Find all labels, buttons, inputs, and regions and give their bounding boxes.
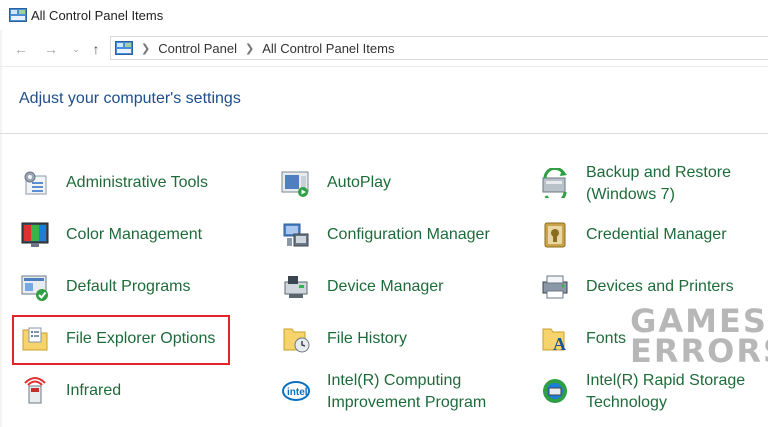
item-configuration-manager[interactable]: Configuration Manager — [281, 220, 490, 250]
control-panel-icon — [9, 8, 27, 22]
item-label: Administrative Tools — [66, 174, 208, 191]
item-label: AutoPlay — [327, 174, 392, 191]
breadcrumb-chevron-icon[interactable]: ❯ — [245, 42, 254, 55]
item-label-line2: Improvement Program — [327, 394, 487, 411]
item-label: Default Programs — [66, 278, 191, 295]
item-label-line1: Backup and Restore — [586, 164, 731, 181]
window-edge — [0, 30, 2, 427]
back-arrow-icon[interactable]: ← — [13, 41, 29, 57]
svg-text:intel: intel — [287, 387, 308, 398]
page-heading: Adjust your computer's settings — [19, 90, 241, 107]
credential-manager-icon — [544, 222, 566, 248]
item-backup-restore[interactable]: Backup and Restore (Windows 7) — [540, 162, 731, 206]
item-label: Infrared — [66, 382, 122, 399]
fonts-icon: A — [542, 328, 566, 354]
item-label: Fonts — [586, 330, 627, 347]
item-label-line2: (Windows 7) — [586, 186, 675, 203]
rapid-storage-icon — [543, 379, 567, 403]
item-label: Credential Manager — [586, 226, 727, 243]
item-label: Intel(R) Rapid Storage Technology — [586, 370, 745, 414]
item-label: Backup and Restore (Windows 7) — [586, 162, 731, 206]
item-label: File History — [327, 330, 408, 347]
window-title: All Control Panel Items — [31, 8, 164, 23]
breadcrumb-chevron-icon[interactable]: ❯ — [141, 42, 150, 55]
watermark-logo: GAMES ERRORS — [630, 305, 768, 370]
color-management-icon — [21, 222, 49, 247]
item-devices-printers[interactable]: Devices and Printers — [540, 272, 734, 302]
administrative-tools-icon — [24, 171, 47, 195]
recent-locations-chevron-icon[interactable]: ⌄ — [68, 41, 84, 57]
file-history-icon — [283, 328, 310, 353]
forward-arrow-icon[interactable]: → — [43, 41, 59, 57]
item-fonts[interactable]: A Fonts — [540, 324, 626, 354]
content-divider — [0, 133, 768, 134]
item-infrared[interactable]: Infrared — [20, 376, 121, 406]
item-label: Color Management — [66, 226, 203, 243]
address-bar[interactable]: ❯ Control Panel ❯ All Control Panel Item… — [110, 36, 768, 60]
device-manager-icon — [284, 276, 308, 298]
item-credential-manager[interactable]: Credential Manager — [540, 220, 727, 250]
item-label-line1: Intel(R) Rapid Storage — [586, 372, 746, 389]
title-bar: All Control Panel Items — [0, 0, 768, 30]
item-device-manager[interactable]: Device Manager — [281, 272, 444, 302]
item-label: Device Manager — [327, 278, 444, 295]
autoplay-icon — [281, 171, 309, 197]
item-default-programs[interactable]: Default Programs — [20, 272, 191, 302]
item-color-management[interactable]: Color Management — [20, 220, 202, 250]
item-label: Intel(R) Computing Improvement Program — [327, 370, 486, 414]
breadcrumb-control-panel[interactable]: Control Panel — [158, 41, 237, 56]
item-label-line1: Intel(R) Computing — [327, 372, 462, 389]
intel-logo-icon: intel — [282, 381, 310, 401]
item-administrative-tools[interactable]: Administrative Tools — [20, 168, 208, 198]
item-label-line2: Technology — [586, 394, 667, 411]
watermark-line2: ERRORS — [630, 332, 768, 370]
highlight-box — [12, 315, 230, 365]
item-label: Configuration Manager — [327, 226, 490, 243]
item-intel-rapid-storage[interactable]: Intel(R) Rapid Storage Technology — [540, 370, 745, 414]
configuration-manager-icon — [283, 223, 309, 247]
infrared-icon — [24, 377, 46, 404]
breadcrumb-all-items[interactable]: All Control Panel Items — [262, 41, 394, 56]
item-intel-computing[interactable]: intel Intel(R) Computing Improvement Pro… — [281, 370, 486, 414]
default-programs-icon — [21, 275, 48, 301]
control-panel-icon — [115, 41, 133, 55]
svg-text:A: A — [553, 334, 566, 354]
item-file-history[interactable]: File History — [281, 324, 407, 354]
item-label: Devices and Printers — [586, 278, 734, 295]
up-arrow-icon[interactable]: ↑ — [88, 41, 104, 57]
devices-printers-icon — [542, 275, 568, 299]
backup-restore-icon — [542, 168, 567, 198]
toolbar-divider — [0, 66, 768, 67]
item-autoplay[interactable]: AutoPlay — [281, 168, 391, 198]
